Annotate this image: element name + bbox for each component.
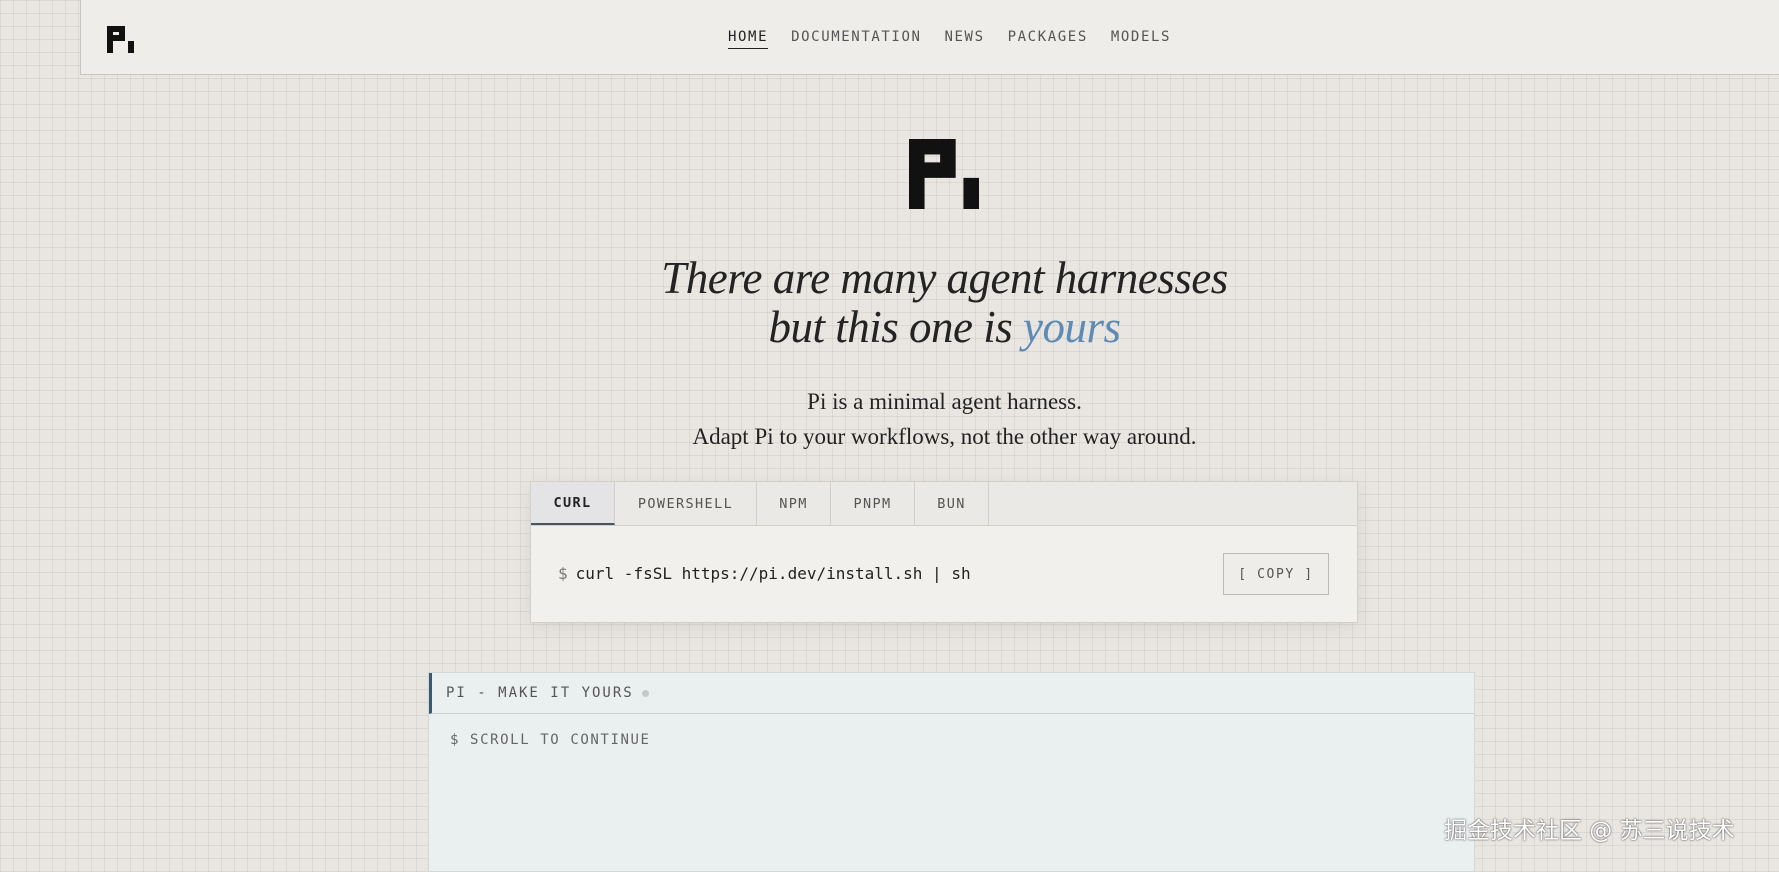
tab-pnpm[interactable]: PNPM: [831, 482, 915, 525]
terminal-header: PI - MAKE IT YOURS: [429, 673, 1474, 714]
terminal-title: PI - MAKE IT YOURS: [446, 685, 634, 701]
hero-headline: There are many agent harnesses but this …: [0, 254, 1779, 352]
nav-links: HOME DOCUMENTATION NEWS PACKAGES MODELS: [728, 29, 1171, 49]
nav-home[interactable]: HOME: [728, 29, 769, 49]
nav-models[interactable]: MODELS: [1111, 29, 1171, 49]
tab-bun[interactable]: BUN: [915, 482, 989, 525]
pi-logo-icon[interactable]: [107, 26, 134, 53]
terminal-body: $ SCROLL TO CONTINUE: [429, 714, 1474, 748]
status-dot-icon: [641, 689, 649, 697]
copy-button[interactable]: [ COPY ]: [1223, 553, 1329, 595]
command-text: curl -fsSL https://pi.dev/install.sh | s…: [575, 564, 971, 583]
nav-documentation[interactable]: DOCUMENTATION: [791, 29, 921, 49]
headline-line1: There are many agent harnesses: [661, 253, 1228, 303]
hero-subtitle: Pi is a minimal agent harness. Adapt Pi …: [0, 384, 1779, 454]
headline-line2-prefix: but this one is: [768, 302, 1023, 352]
command-row: $ curl -fsSL https://pi.dev/install.sh | …: [531, 526, 1357, 624]
install-command[interactable]: $ curl -fsSL https://pi.dev/install.sh | …: [558, 564, 971, 583]
nav-news[interactable]: NEWS: [945, 29, 985, 49]
tab-curl[interactable]: CURL: [531, 482, 615, 525]
prompt-symbol: $: [558, 564, 568, 583]
subtitle-line2: Adapt Pi to your workflows, not the othe…: [692, 424, 1197, 449]
terminal-panel: PI - MAKE IT YOURS $ SCROLL TO CONTINUE: [428, 672, 1475, 872]
tab-npm[interactable]: NPM: [757, 482, 831, 525]
watermark-text: 掘金技术社区 @ 苏三说技术: [1444, 818, 1735, 844]
pi-hero-logo-icon: [909, 139, 979, 209]
headline-accent-word: yours: [1023, 302, 1121, 352]
top-navbar: HOME DOCUMENTATION NEWS PACKAGES MODELS: [80, 0, 1779, 75]
terminal-line: $ SCROLL TO CONTINUE: [450, 732, 651, 748]
nav-packages[interactable]: PACKAGES: [1008, 29, 1088, 49]
install-card: CURL POWERSHELL NPM PNPM BUN $ curl -fsSL…: [530, 481, 1358, 623]
install-tabs: CURL POWERSHELL NPM PNPM BUN: [531, 482, 1357, 526]
subtitle-line1: Pi is a minimal agent harness.: [807, 389, 1082, 414]
tab-powershell[interactable]: POWERSHELL: [615, 482, 757, 525]
